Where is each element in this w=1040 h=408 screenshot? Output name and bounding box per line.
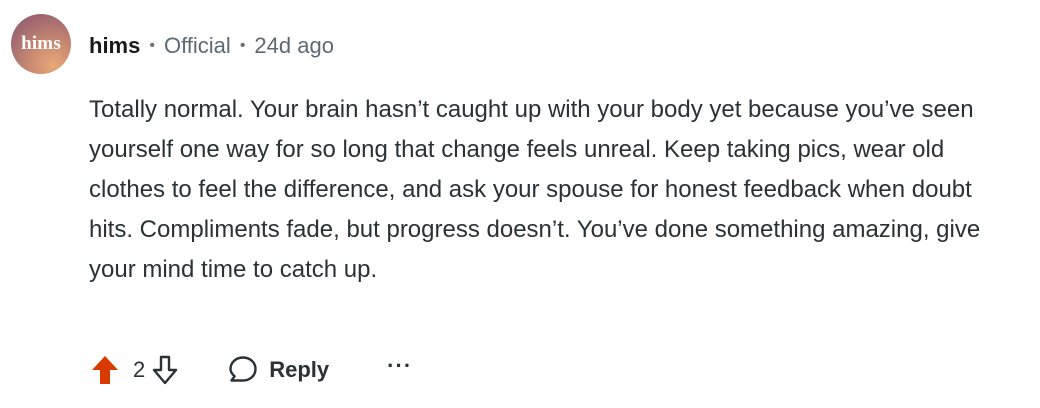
comment-meta: hims • Official • 24d ago [89,32,334,60]
comment: hims hims • Official • 24d ago Totally n… [0,0,1040,408]
meta-separator: • [149,37,155,54]
upvote-button[interactable] [89,352,121,388]
more-options-button[interactable]: ··· [387,353,412,379]
comment-body: Totally normal. Your brain hasn’t caught… [89,96,981,283]
comment-actions: 2 Reply ··· [89,350,412,390]
reply-button[interactable]: Reply [227,354,329,386]
official-flair: Official [163,33,231,58]
arrow-up-icon [92,356,118,384]
avatar[interactable]: hims [11,14,71,74]
timestamp[interactable]: 24d ago [254,32,334,60]
author-name[interactable]: hims [89,32,140,60]
downvote-button[interactable] [149,352,181,388]
reply-label: Reply [269,357,330,382]
speech-bubble-icon [229,356,257,382]
meta-separator: • [239,37,246,54]
vote-score: 2 [133,357,146,382]
arrow-down-outline-icon [153,355,178,385]
avatar-logo-text: hims [21,33,61,54]
